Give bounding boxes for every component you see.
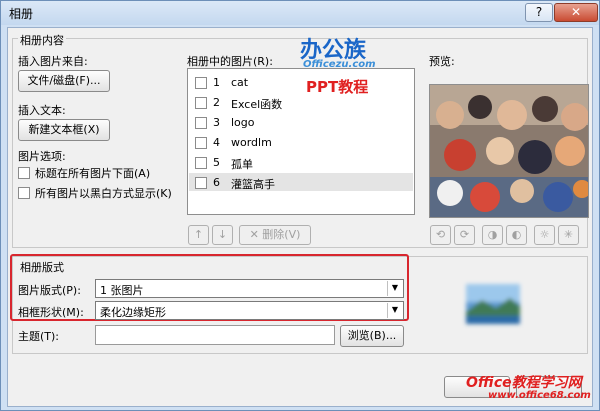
site-watermark: Office教程学习网 [466, 375, 582, 391]
preview-picture [430, 85, 588, 217]
delete-icon: ✕ [249, 228, 259, 241]
album-dialog: 相册 ? ✕ 相册内容 插入图片来自: 文件/磁盘(F)... 插入文本: 新建… [0, 0, 600, 411]
move-down-button[interactable]: ↓ [212, 225, 233, 245]
item-checkbox[interactable] [195, 137, 207, 149]
list-item[interactable]: 5 孤单 [189, 153, 413, 171]
list-item-selected[interactable]: 6 灌篮高手 [189, 173, 413, 191]
brand-url-watermark: Officezu.com [303, 59, 376, 70]
chevron-down-icon[interactable]: ▼ [387, 281, 402, 296]
item-name: wordlm [231, 136, 272, 149]
move-up-button[interactable]: ↑ [188, 225, 209, 245]
list-item[interactable]: 2 Excel函数 [189, 93, 413, 111]
rotate-left-icon: ⟲ [435, 228, 446, 241]
item-number: 6 [213, 176, 220, 189]
item-name: 孤单 [231, 158, 253, 171]
browse-button[interactable]: 浏览(B)... [340, 325, 404, 347]
item-name: Excel函数 [231, 98, 283, 111]
list-item[interactable]: 4 wordlm [189, 133, 413, 151]
frame-shape-label: 相框形状(M): [18, 306, 84, 319]
contrast-down-icon: ◐ [511, 228, 522, 241]
item-checkbox[interactable] [195, 177, 207, 189]
picture-layout-select[interactable]: 1 张图片 ▼ [95, 279, 404, 298]
item-name: cat [231, 76, 249, 89]
file-disk-button[interactable]: 文件/磁盘(F)... [18, 70, 110, 92]
black-white-label[interactable]: 所有图片以黑白方式显示(K) [35, 185, 172, 201]
item-checkbox[interactable] [195, 117, 207, 129]
theme-label: 主题(T): [18, 330, 60, 343]
black-white-checkbox[interactable] [18, 187, 30, 199]
item-checkbox[interactable] [195, 157, 207, 169]
theme-input[interactable] [95, 325, 335, 345]
delete-button[interactable]: ✕ 删除(V) [239, 225, 311, 245]
delete-label: 删除(V) [262, 228, 301, 241]
picture-layout-label: 图片版式(P): [18, 284, 81, 297]
list-item[interactable]: 1 cat [189, 73, 413, 91]
item-name: logo [231, 116, 255, 129]
item-number: 5 [213, 156, 220, 169]
chevron-down-icon[interactable]: ▼ [387, 303, 402, 318]
brand-sub-watermark: PPT教程 [306, 78, 369, 96]
contrast-down-button[interactable]: ◐ [506, 225, 527, 245]
caption-below-label[interactable]: 标题在所有图片下面(A) [35, 165, 150, 181]
site-url-watermark: www.office68.com [488, 390, 591, 401]
item-name: 灌篮高手 [231, 178, 275, 191]
album-layout-legend: 相册版式 [18, 259, 66, 275]
frame-shape-value: 柔化边缘矩形 [100, 306, 166, 319]
item-number: 3 [213, 116, 220, 129]
window-title: 相册 [9, 7, 34, 21]
landscape-thumbnail [466, 284, 520, 324]
dialog-client: 相册内容 插入图片来自: 文件/磁盘(F)... 插入文本: 新建文本框(X) … [7, 27, 593, 407]
contrast-up-button[interactable]: ◑ [482, 225, 503, 245]
preview-label: 预览: [429, 55, 455, 68]
item-number: 4 [213, 136, 220, 149]
caption-below-checkbox[interactable] [18, 167, 30, 179]
rotate-right-icon: ⟳ [459, 228, 470, 241]
title-bar: 相册 ? ✕ [1, 1, 599, 25]
frame-shape-select[interactable]: 柔化边缘矩形 ▼ [95, 301, 404, 320]
album-content-legend: 相册内容 [18, 32, 66, 48]
contrast-up-icon: ◑ [487, 228, 498, 241]
item-checkbox[interactable] [195, 97, 207, 109]
rotate-left-button[interactable]: ⟲ [430, 225, 451, 245]
insert-from-label: 插入图片来自: [18, 55, 88, 68]
item-checkbox[interactable] [195, 77, 207, 89]
insert-text-label: 插入文本: [18, 104, 66, 117]
rotate-right-button[interactable]: ⟳ [454, 225, 475, 245]
preview-image [429, 84, 589, 218]
item-number: 1 [213, 76, 220, 89]
frame-shape-thumbnail [460, 278, 526, 330]
picture-options-label: 图片选项: [18, 150, 66, 163]
picture-list-label: 相册中的图片(R): [187, 55, 273, 68]
brightness-up-button[interactable]: ☼ [534, 225, 555, 245]
brightness-down-icon: ✳ [563, 228, 574, 241]
help-button[interactable]: ? [525, 3, 553, 22]
close-button[interactable]: ✕ [554, 3, 598, 22]
picture-list[interactable]: 1 cat 2 Excel函数 3 logo 4 wordlm 5 孤单 6 灌… [187, 68, 415, 215]
list-item[interactable]: 3 logo [189, 113, 413, 131]
picture-layout-value: 1 张图片 [100, 284, 144, 297]
item-number: 2 [213, 96, 220, 109]
new-textbox-button[interactable]: 新建文本框(X) [18, 119, 110, 141]
brightness-down-button[interactable]: ✳ [558, 225, 579, 245]
brightness-up-icon: ☼ [539, 228, 550, 241]
